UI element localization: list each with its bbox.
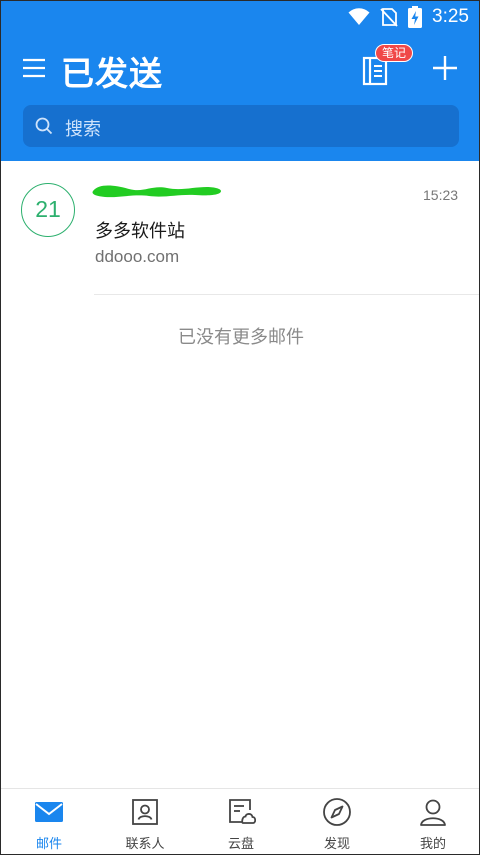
- nav-label-discover: 发现: [323, 837, 350, 852]
- wifi-icon: [348, 8, 370, 25]
- no-sim-icon: [380, 8, 398, 27]
- contacts-icon: [132, 799, 158, 825]
- nav-label-mail: 邮件: [35, 837, 62, 852]
- mail-icon: [35, 802, 63, 822]
- status-time: 3:25: [432, 6, 469, 27]
- nav-label-profile: 我的: [419, 837, 446, 852]
- hamburger-menu-icon[interactable]: [21, 55, 47, 81]
- page-title: 已发送: [61, 54, 163, 93]
- mail-time: 15:23: [423, 187, 459, 203]
- status-icons: 3:25: [348, 6, 469, 28]
- list-end-message: 已没有更多邮件: [178, 327, 304, 348]
- header: 3:25 已发送 笔记 搜索: [1, 1, 479, 161]
- notes-badge: 笔记: [375, 44, 414, 62]
- nav-tab-profile[interactable]: 我的: [385, 789, 479, 854]
- battery-charging-icon: [408, 6, 423, 28]
- divider: [94, 294, 479, 295]
- avatar: 21: [21, 183, 75, 237]
- search-input[interactable]: 搜索: [23, 105, 459, 147]
- nav-label-contacts: 联系人: [125, 837, 165, 852]
- search-icon: [35, 117, 53, 135]
- mail-subject: 多多软件站: [95, 221, 185, 242]
- profile-icon: [420, 799, 446, 826]
- nav-tab-discover[interactable]: 发现: [289, 789, 385, 854]
- cloud-drive-icon: [229, 799, 256, 824]
- bottom-nav: 邮件 联系人 云盘 发现 我的: [1, 788, 479, 854]
- mail-preview: ddooo.com: [95, 247, 180, 266]
- nav-tab-cloud-drive[interactable]: 云盘: [193, 789, 289, 854]
- search-placeholder: 搜索: [65, 119, 101, 140]
- sender-redaction: [92, 185, 221, 198]
- app-frame: 3:25 已发送 笔记 搜索 21 15:23 多多软件站 ddooo.com …: [0, 0, 480, 855]
- title-row: 已发送 笔记: [1, 41, 479, 97]
- nav-tab-mail[interactable]: 邮件: [1, 789, 97, 854]
- nav-label-cloud-drive: 云盘: [227, 837, 254, 852]
- plus-icon[interactable]: [431, 54, 459, 82]
- nav-tab-contacts[interactable]: 联系人: [97, 789, 193, 854]
- status-bar: 3:25: [1, 1, 479, 34]
- compass-icon: [323, 798, 351, 826]
- mail-list-item[interactable]: 21 15:23 多多软件站 ddooo.com: [1, 161, 479, 295]
